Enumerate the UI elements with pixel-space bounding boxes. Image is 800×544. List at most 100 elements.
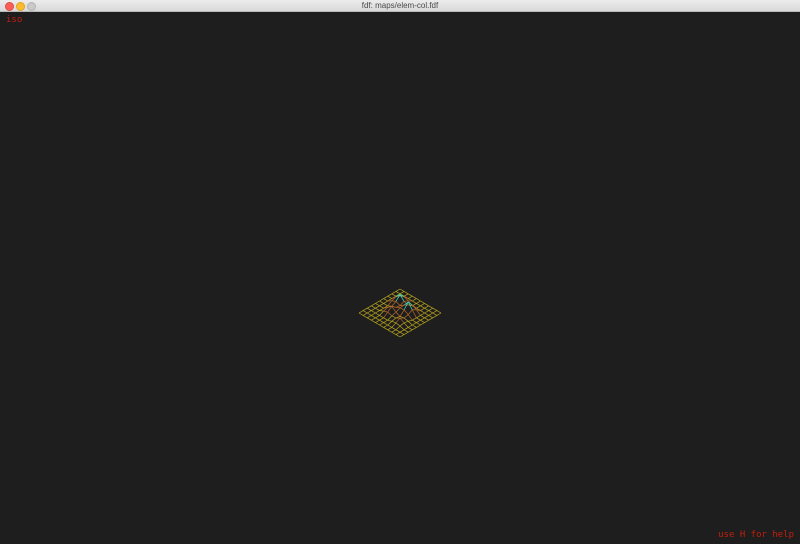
wireframe-segment (424, 303, 429, 307)
wireframe-segment (387, 324, 392, 328)
wireframe-segment (391, 327, 397, 331)
wireframe-segment (395, 322, 401, 327)
wireframe-segment (424, 307, 429, 311)
wireframe-segment (407, 321, 413, 326)
wireframe-segment (436, 312, 442, 316)
wireframe-segment (371, 303, 376, 307)
wireframe-segment (412, 324, 417, 328)
wireframe-segment (395, 317, 401, 324)
wireframe-segment (424, 319, 429, 323)
wireframe-segment (367, 305, 372, 309)
wireframe-segment (391, 331, 397, 335)
wireframe-segment (408, 324, 413, 328)
wireframe-segment (412, 298, 417, 302)
wireframe-segment (358, 312, 364, 316)
wireframe-segment (387, 315, 393, 321)
wireframe-segment (399, 317, 405, 324)
wireframe-segment (420, 303, 425, 307)
wireframe-segment (403, 322, 409, 328)
wireframe-segment (416, 303, 421, 307)
wireframe-segment (383, 322, 388, 326)
wireframe-segment (383, 310, 388, 313)
wireframe-segment (420, 322, 425, 326)
wireframe-segment (395, 331, 401, 335)
wireframe-segment (362, 315, 368, 319)
wireframe-segment (387, 319, 392, 322)
wireframe-segment (412, 322, 417, 326)
wireframe-segment (367, 315, 372, 319)
wireframe-segment (412, 295, 417, 299)
wireframe-segment (383, 327, 388, 331)
wireframe-segment (395, 325, 401, 331)
wireframe-segment (383, 303, 388, 307)
wireframe-segment (412, 319, 417, 323)
wireframe-segment (375, 300, 380, 304)
wireframe-segment (432, 312, 438, 316)
wireframe-segment (416, 298, 421, 302)
title-bar[interactable]: fdf: maps/elem-col.fdf (0, 0, 800, 12)
help-hint: use H for help (718, 530, 794, 540)
wireframe-segment (399, 291, 405, 295)
wireframe-segment (387, 295, 392, 299)
wireframe-segment (399, 309, 405, 317)
wireframe-segment (416, 305, 421, 309)
wireframe-segment (420, 310, 425, 314)
wireframe-segment (371, 312, 376, 316)
wireframe-segment (395, 329, 401, 333)
projection-label: iso (6, 15, 23, 25)
wireframe-segment (379, 310, 384, 316)
wireframe-segment (391, 320, 397, 324)
wireframe-segment (407, 309, 413, 315)
wireframe-segment (404, 300, 409, 302)
wireframe-map (358, 288, 442, 338)
wireframe-segment (391, 291, 397, 295)
wireframe-segment (379, 315, 384, 319)
wireframe-segment (387, 300, 393, 307)
wireframe-segment (408, 329, 413, 333)
wireframe-segment (428, 312, 433, 316)
wireframe-segment (399, 325, 405, 331)
wireframe-segment (399, 331, 405, 335)
wireframe-segment (395, 307, 401, 313)
wireframe-segment (391, 315, 397, 319)
wireframe-segment (403, 327, 409, 331)
wireframe-segment (416, 300, 421, 304)
wireframe-segment (428, 310, 433, 314)
wireframe-segment (395, 334, 401, 338)
wireframe-segment (379, 322, 384, 326)
wireframe-segment (375, 315, 380, 319)
wireframe-segment (391, 317, 397, 322)
wireframe-segment (399, 322, 405, 327)
wireframe-segment (403, 331, 409, 335)
wireframe-segment (408, 295, 413, 299)
wireframe-segment (387, 311, 393, 317)
wireframe-segment (403, 329, 409, 333)
wireframe-segment (432, 307, 438, 311)
wireframe-segment (379, 298, 384, 302)
wireframe-segment (383, 324, 388, 328)
wireframe-segment (358, 310, 364, 314)
wireframe-segment (387, 327, 392, 331)
wireframe-segment (379, 324, 384, 328)
wireframe-segment (379, 307, 384, 311)
wireframe-segment (395, 288, 401, 292)
wireframe-segment (416, 324, 421, 328)
wireframe-segment (412, 327, 417, 331)
wireframe-segment (379, 305, 384, 309)
window-title: fdf: maps/elem-col.fdf (361, 1, 439, 10)
wireframe-segment (362, 312, 368, 316)
wireframe-segment (371, 317, 376, 321)
wireframe-segment (395, 301, 401, 306)
wireframe-segment (375, 305, 380, 309)
wireframe-segment (424, 317, 429, 321)
wireframe-segment (391, 311, 397, 317)
wireframe-segment (432, 315, 438, 319)
wireframe-segment (436, 310, 442, 314)
wireframe-segment (371, 305, 376, 309)
wireframe-segment (416, 322, 421, 326)
wireframe-segment (375, 310, 380, 314)
wireframe-segment (383, 319, 388, 323)
render-canvas[interactable]: iso use H for help (0, 12, 800, 544)
wireframe-segment (420, 307, 425, 311)
wireframe-segment (375, 312, 380, 316)
